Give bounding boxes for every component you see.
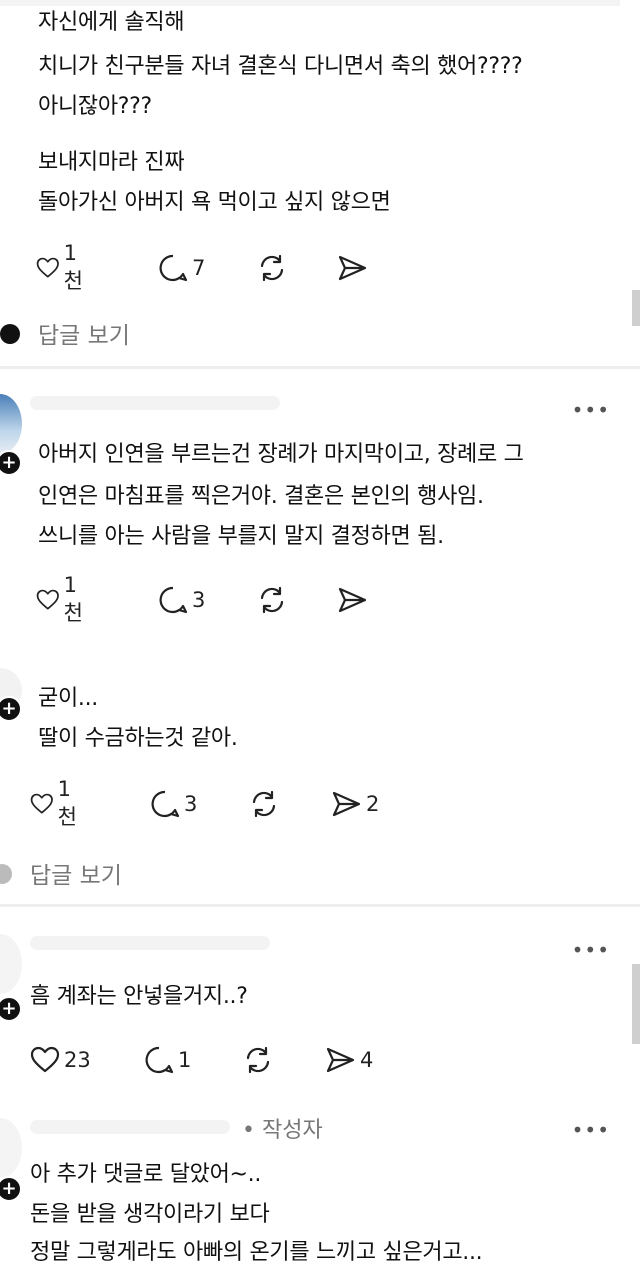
comment-text-line: 보내지마라 진짜 bbox=[38, 150, 185, 175]
repost-icon bbox=[260, 586, 284, 614]
username-redacted bbox=[30, 936, 270, 950]
avatar[interactable] bbox=[0, 1118, 22, 1178]
comment-text-line: 쓰니를 아는 사람을 부를지 말지 결정하면 됨. bbox=[38, 524, 444, 549]
follow-plus-icon[interactable]: + bbox=[0, 1176, 22, 1202]
heart-icon bbox=[30, 793, 53, 814]
repost-button[interactable] bbox=[256, 248, 288, 288]
comment-text-line: 흠 계좌는 안넣을거지..? bbox=[30, 984, 248, 1009]
username-redacted bbox=[30, 1120, 230, 1134]
repost-button[interactable] bbox=[248, 784, 280, 824]
speech-bubble-icon bbox=[151, 790, 180, 818]
share-button[interactable] bbox=[336, 248, 368, 288]
scrollbar-thumb[interactable] bbox=[632, 290, 640, 326]
repost-button[interactable] bbox=[256, 580, 288, 620]
reply-count: 3 bbox=[184, 792, 198, 816]
like-count: 1천 bbox=[63, 573, 83, 625]
comment-text-line: 굳이... bbox=[38, 686, 98, 711]
view-replies-label: 답글 보기 bbox=[30, 863, 122, 889]
send-icon bbox=[326, 1047, 355, 1073]
share-count: 2 bbox=[366, 792, 380, 816]
comment-text-line: 정말 그렇게라도 아빠의 온기를 느끼고 싶은거고... bbox=[30, 1240, 483, 1265]
follow-plus-icon[interactable]: + bbox=[0, 696, 22, 722]
more-options-icon[interactable]: ••• bbox=[572, 938, 610, 962]
more-options-icon[interactable]: ••• bbox=[572, 1118, 610, 1142]
like-count: 1천 bbox=[57, 777, 77, 829]
comment-text-line: 치니가 친구분들 자녀 결혼식 다니면서 축의 했어???? bbox=[38, 54, 523, 79]
reply-count: 1 bbox=[178, 1048, 192, 1072]
reply-count: 3 bbox=[192, 588, 206, 612]
comment-text-line: 딸이 수금하는것 같아. bbox=[38, 726, 238, 751]
follow-plus-icon[interactable]: + bbox=[0, 450, 22, 476]
like-button[interactable]: 1천 bbox=[36, 573, 89, 625]
divider bbox=[0, 366, 640, 369]
heart-icon bbox=[30, 1046, 60, 1073]
like-button[interactable]: 1천 bbox=[30, 777, 83, 829]
repost-icon bbox=[246, 1046, 270, 1074]
comment-text-line: 아버지 인연을 부르는건 장례가 마지막이고, 장례로 그 bbox=[38, 442, 524, 467]
like-button[interactable]: 1천 bbox=[36, 241, 89, 293]
reply-thread-icon bbox=[0, 324, 20, 344]
share-count: 4 bbox=[360, 1048, 374, 1072]
repost-button[interactable] bbox=[242, 1040, 274, 1080]
comment-text-line: 자신에게 솔직해 bbox=[38, 10, 185, 35]
divider bbox=[0, 904, 640, 907]
view-replies-label: 답글 보기 bbox=[38, 323, 130, 349]
share-button[interactable]: 2 bbox=[330, 784, 379, 824]
avatar[interactable] bbox=[0, 394, 22, 454]
reply-button[interactable]: 3 bbox=[150, 784, 197, 824]
more-options-icon[interactable]: ••• bbox=[572, 398, 610, 422]
speech-bubble-icon bbox=[145, 1046, 174, 1074]
heart-icon bbox=[36, 257, 59, 278]
comment-text-line: 아 추가 댓글로 달았어~.. bbox=[30, 1162, 262, 1187]
like-count: 1천 bbox=[63, 241, 83, 293]
reply-button[interactable]: 1 bbox=[144, 1040, 191, 1080]
comment-text-line: 돌아가신 아버지 욕 먹이고 싶지 않으면 bbox=[38, 190, 391, 215]
reply-count: 7 bbox=[192, 256, 206, 280]
follow-plus-icon[interactable]: + bbox=[0, 996, 22, 1022]
send-icon bbox=[338, 587, 367, 613]
like-button[interactable]: 23 bbox=[30, 1040, 91, 1080]
send-icon bbox=[338, 255, 367, 281]
author-badge: • 작성자 bbox=[242, 1118, 323, 1143]
speech-bubble-icon bbox=[159, 586, 188, 614]
comment-text-line: 돈을 받을 생각이라기 보다 bbox=[30, 1202, 270, 1227]
heart-icon bbox=[36, 589, 59, 610]
repost-icon bbox=[260, 254, 284, 282]
view-replies-link[interactable]: 답글 보기 bbox=[0, 316, 130, 350]
speech-bubble-icon bbox=[159, 254, 188, 282]
username-redacted bbox=[30, 396, 280, 410]
scrollbar-thumb[interactable] bbox=[632, 964, 640, 1044]
send-icon bbox=[332, 791, 361, 817]
like-count: 23 bbox=[64, 1048, 91, 1072]
repost-icon bbox=[252, 790, 276, 818]
view-replies-link[interactable]: 답글 보기 bbox=[0, 856, 122, 890]
share-button[interactable]: 4 bbox=[324, 1040, 373, 1080]
reply-thread-icon bbox=[0, 864, 12, 884]
reply-button[interactable]: 7 bbox=[158, 248, 205, 288]
reply-button[interactable]: 3 bbox=[158, 580, 205, 620]
comment-text-line: 아니잖아??? bbox=[38, 94, 152, 119]
share-button[interactable] bbox=[336, 580, 368, 620]
comment-text-line: 인연은 마침표를 찍은거야. 결혼은 본인의 행사임. bbox=[38, 484, 484, 509]
avatar[interactable] bbox=[0, 934, 22, 994]
